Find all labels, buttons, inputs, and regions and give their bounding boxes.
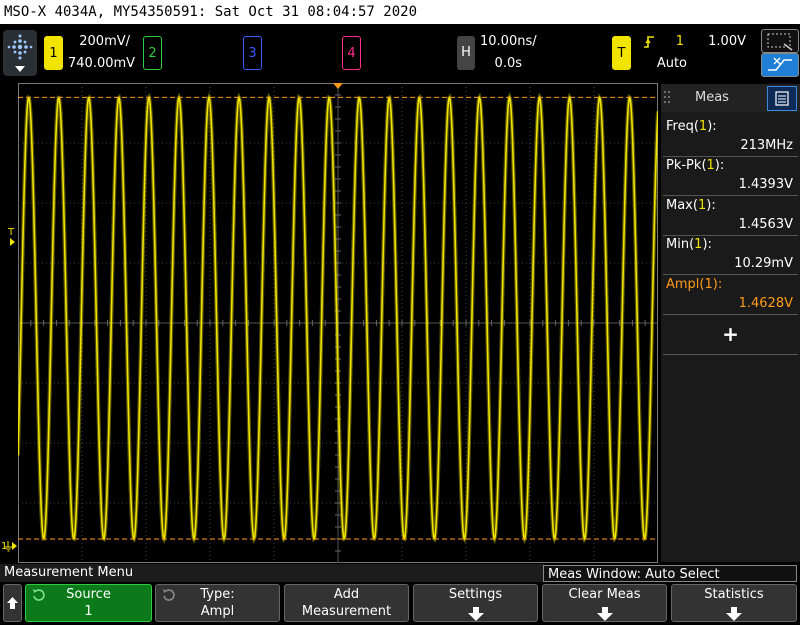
meas-max-label: Max(1):: [666, 198, 716, 213]
divider: [663, 274, 798, 275]
submenu-arrow-icon: [467, 607, 484, 621]
channel-4-button[interactable]: 4: [342, 36, 361, 70]
touch-mode-icon[interactable]: [761, 53, 799, 77]
divider: [663, 156, 798, 157]
trigger-level-marker-icon: T: [0, 225, 18, 247]
trigger-level: 1.00V: [708, 34, 746, 49]
divider: [663, 314, 798, 315]
list-view-icon[interactable]: [767, 86, 797, 111]
softkey-source[interactable]: Source 1: [25, 584, 152, 622]
softkey-add-line1: Add: [333, 587, 360, 602]
trigger-button[interactable]: T: [612, 36, 631, 70]
zoom-select-icon[interactable]: [761, 29, 799, 53]
channel-3-button[interactable]: 3: [243, 36, 262, 70]
softkey-statistics-label: Statistics: [704, 587, 764, 602]
waveform-display[interactable]: [16, 82, 660, 564]
meas-pkpk-label: Pk-Pk(1):: [666, 158, 725, 173]
meas-tab[interactable]: Meas: [695, 90, 729, 105]
ch1-scale: 200mV/: [79, 34, 130, 49]
channel-1-button[interactable]: 1: [44, 36, 63, 70]
add-measurement-plus-icon[interactable]: +: [661, 322, 800, 346]
divider: [663, 195, 798, 196]
svg-text:T: T: [7, 227, 15, 238]
divider: [663, 354, 798, 355]
waveform-plot: [16, 82, 660, 564]
softkey-type-value: Ampl: [200, 604, 235, 619]
channel-1-ground-marker-icon: 1: [0, 538, 18, 554]
meas-freq-value: 213MHz: [740, 138, 793, 153]
status-bar: 1 200mV/ 740.00mV 2 3 4 H 10.00ns/ 0.0s …: [0, 25, 800, 82]
channel-2-button[interactable]: 2: [143, 36, 162, 70]
softkey-statistics[interactable]: Statistics: [671, 584, 797, 622]
softkey-source-label: Source: [66, 587, 111, 602]
meas-ampl-value: 1.4628V: [738, 296, 793, 311]
rising-edge-icon: [643, 34, 655, 48]
softkey-type[interactable]: Type: Ampl: [155, 584, 280, 622]
meas-min-label: Min(1):: [666, 237, 712, 252]
meas-window-status[interactable]: Meas Window: Auto Select: [543, 565, 797, 582]
softkey-add-line2: Measurement: [301, 604, 392, 619]
keysight-logo-icon[interactable]: [3, 30, 37, 76]
window-title: MSO-X 4034A, MY54350591: Sat Oct 31 08:0…: [0, 0, 800, 24]
meas-ampl-label: Ampl(1):: [666, 277, 723, 292]
timebase-value: 10.00ns/: [480, 34, 537, 49]
meas-min-value: 10.29mV: [734, 256, 793, 271]
trigger-mode: Auto: [656, 56, 687, 71]
trigger-position-marker-icon: [333, 83, 343, 89]
meas-max-value: 1.4563V: [738, 217, 793, 232]
submenu-arrow-icon: [726, 607, 742, 621]
meas-pkpk-value: 1.4393V: [738, 177, 793, 192]
meas-tab-header: Meas: [661, 84, 800, 112]
menu-back-button[interactable]: [3, 584, 22, 622]
divider: [663, 235, 798, 236]
softkey-settings-label: Settings: [448, 587, 503, 602]
ch1-offset: 740.00mV: [68, 56, 136, 71]
submenu-arrow-icon: [596, 607, 613, 621]
softkey-clear-label: Clear Meas: [568, 587, 641, 602]
panel-grip-icon[interactable]: [663, 88, 671, 108]
horizontal-button[interactable]: H: [457, 36, 475, 70]
softkey-settings[interactable]: Settings: [413, 584, 538, 622]
softkey-type-label: Type:: [200, 587, 235, 602]
delay-value: 0.0s: [494, 56, 522, 71]
meas-freq-label: Freq(1):: [666, 119, 717, 134]
menu-title: Measurement Menu: [0, 564, 544, 582]
softkey-add-measurement[interactable]: Add Measurement: [284, 584, 409, 622]
softkey-source-value: 1: [84, 604, 93, 619]
trigger-source: 1: [675, 34, 684, 49]
softkey-clear-meas[interactable]: Clear Meas: [542, 584, 667, 622]
measurements-panel: Meas Freq(1): 213MHz Pk-Pk(1): 1.4393V M…: [661, 84, 800, 562]
